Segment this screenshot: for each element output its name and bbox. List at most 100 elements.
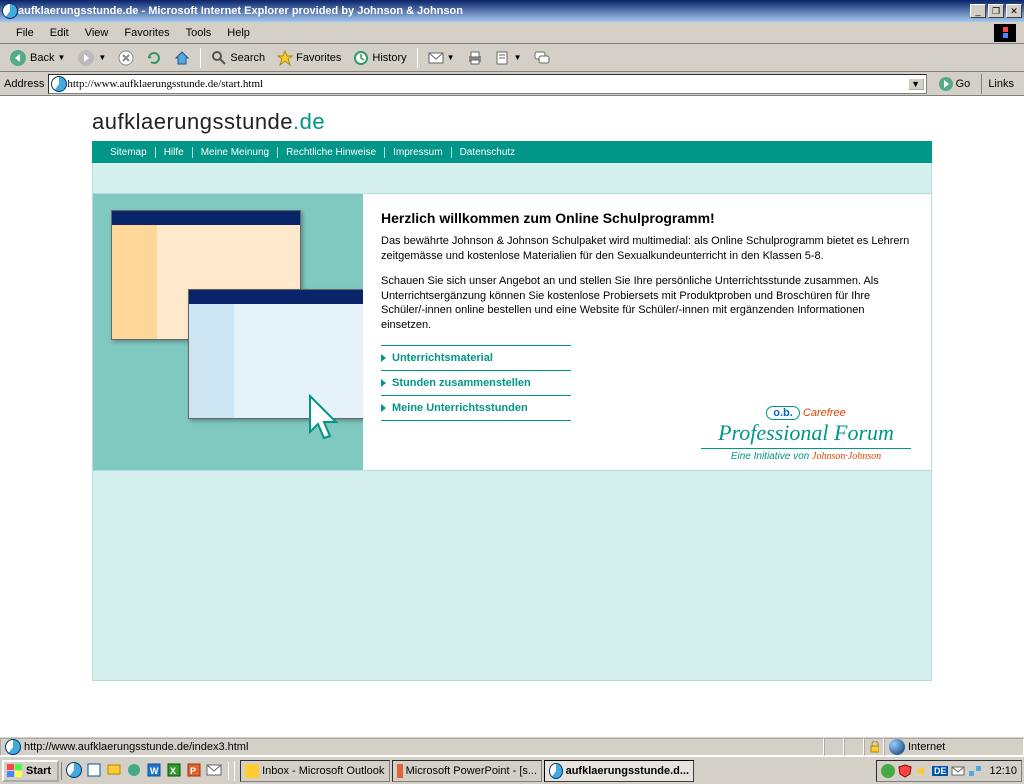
start-button[interactable]: Start xyxy=(2,760,59,782)
link-unterrichtsmaterial[interactable]: Unterrichtsmaterial xyxy=(381,345,571,370)
links-bar[interactable]: Links xyxy=(981,74,1020,94)
action-links: Unterrichtsmaterial Stunden zusammenstel… xyxy=(381,345,571,421)
menu-view[interactable]: View xyxy=(77,25,117,41)
tray-volume-icon[interactable] xyxy=(915,764,929,778)
menu-file[interactable]: File xyxy=(8,25,42,41)
back-arrow-icon xyxy=(9,49,27,67)
page-content: aufklaerungsstunde.de Sitemap Hilfe Mein… xyxy=(92,97,932,681)
address-bar: Address ▼ Go Links xyxy=(0,72,1024,96)
nav-spacer xyxy=(92,163,932,193)
triangle-icon xyxy=(381,379,386,387)
menu-favorites[interactable]: Favorites xyxy=(116,25,177,41)
logo-tld: .de xyxy=(293,109,325,134)
forward-button[interactable]: ▼ xyxy=(72,47,111,69)
nav-sitemap[interactable]: Sitemap xyxy=(102,147,155,158)
minimize-button[interactable]: _ xyxy=(970,4,986,18)
intro-para-1: Das bewährte Johnson & Johnson Schulpake… xyxy=(381,234,913,264)
status-cell xyxy=(844,738,864,756)
toolbar: Back ▼ ▼ Search Favorites History ▼ ▼ xyxy=(0,44,1024,72)
history-button[interactable]: History xyxy=(348,47,411,69)
tray-mail-icon[interactable] xyxy=(951,764,965,778)
taskbar-item-powerpoint[interactable]: Microsoft PowerPoint - [s... xyxy=(392,760,542,782)
address-dropdown-icon[interactable]: ▼ xyxy=(908,78,924,90)
tray-lang-icon[interactable]: DE xyxy=(932,766,949,776)
menu-help[interactable]: Help xyxy=(219,25,258,41)
favorites-button[interactable]: Favorites xyxy=(272,47,346,69)
page-icon xyxy=(5,739,21,755)
hero-image-area xyxy=(93,194,363,470)
lock-icon xyxy=(869,741,879,753)
search-icon xyxy=(211,50,227,66)
main-panel: Herzlich willkommen zum Online Schulprog… xyxy=(92,193,932,471)
mail-icon xyxy=(428,50,444,66)
page-heading: Herzlich willkommen zum Online Schulprog… xyxy=(381,210,913,226)
nav-hilfe[interactable]: Hilfe xyxy=(155,147,192,158)
ql-icon[interactable]: X xyxy=(166,762,184,780)
link-stunden[interactable]: Stunden zusammenstellen xyxy=(381,370,571,395)
refresh-button[interactable] xyxy=(141,47,167,69)
page-icon xyxy=(51,76,67,92)
back-button[interactable]: Back ▼ xyxy=(4,47,70,69)
ql-icon[interactable] xyxy=(66,762,84,780)
mail-button[interactable]: ▼ xyxy=(423,47,460,69)
site-logo: aufklaerungsstunde.de xyxy=(92,105,932,141)
triangle-icon xyxy=(381,404,386,412)
triangle-icon xyxy=(381,354,386,362)
close-button[interactable]: ✕ xyxy=(1006,4,1022,18)
ql-icon[interactable] xyxy=(206,762,224,780)
print-button[interactable] xyxy=(462,47,488,69)
toolbar-separator xyxy=(417,48,418,68)
search-button[interactable]: Search xyxy=(206,47,270,69)
initiative-label: Eine Initiative von xyxy=(731,451,812,462)
link-meine[interactable]: Meine Unterrichtsstunden xyxy=(381,395,571,421)
taskbar: Start W X P Inbox - Microsoft Outlook Mi… xyxy=(0,756,1024,784)
browser-viewport[interactable]: aufklaerungsstunde.de Sitemap Hilfe Mein… xyxy=(0,96,1024,736)
task-label: aufklaerungsstunde.d... xyxy=(566,765,689,777)
tray-icon[interactable] xyxy=(881,764,895,778)
logo-text: aufklaerungsstunde xyxy=(92,109,293,134)
stop-icon xyxy=(118,50,134,66)
ie-icon xyxy=(2,3,18,19)
clock[interactable]: 12:10 xyxy=(985,765,1017,777)
restore-button[interactable]: ❐ xyxy=(988,4,1004,18)
brand-divider xyxy=(701,448,911,449)
address-field[interactable]: ▼ xyxy=(48,74,926,94)
menu-tools[interactable]: Tools xyxy=(178,25,220,41)
home-icon xyxy=(174,50,190,66)
nav-rechtliche[interactable]: Rechtliche Hinweise xyxy=(277,147,384,158)
menu-edit[interactable]: Edit xyxy=(42,25,77,41)
menu-bar: File Edit View Favorites Tools Help xyxy=(0,22,1024,44)
status-bar: http://www.aufklaerungsstunde.de/index3.… xyxy=(0,736,1024,756)
home-button[interactable] xyxy=(169,47,195,69)
ql-icon[interactable]: W xyxy=(146,762,164,780)
jj-logo: Johnson·Johnson xyxy=(812,451,881,462)
stop-button[interactable] xyxy=(113,47,139,69)
ql-icon[interactable] xyxy=(106,762,124,780)
taskbar-item-outlook[interactable]: Inbox - Microsoft Outlook xyxy=(240,760,390,782)
edit-icon xyxy=(495,50,511,66)
tray-network-icon[interactable] xyxy=(968,764,982,778)
discuss-button[interactable] xyxy=(529,47,555,69)
nav-impressum[interactable]: Impressum xyxy=(384,147,450,158)
edit-button[interactable]: ▼ xyxy=(490,47,527,69)
windows-flag-icon xyxy=(7,764,23,778)
system-tray: DE 12:10 xyxy=(876,760,1022,782)
discuss-icon xyxy=(534,50,550,66)
task-label: Microsoft PowerPoint - [s... xyxy=(406,765,537,777)
go-button[interactable]: Go xyxy=(931,74,978,94)
nav-datenschutz[interactable]: Datenschutz xyxy=(451,147,524,158)
ql-icon[interactable]: P xyxy=(186,762,204,780)
svg-text:P: P xyxy=(190,766,196,776)
favorites-icon xyxy=(277,50,293,66)
address-input[interactable] xyxy=(67,78,907,90)
site-nav: Sitemap Hilfe Meine Meinung Rechtliche H… xyxy=(92,141,932,163)
ql-icon[interactable] xyxy=(86,762,104,780)
taskbar-item-ie[interactable]: aufklaerungsstunde.d... xyxy=(544,760,694,782)
zone-label: Internet xyxy=(908,741,945,753)
tray-shield-icon[interactable] xyxy=(898,764,912,778)
nav-meinung[interactable]: Meine Meinung xyxy=(192,147,277,158)
svg-text:X: X xyxy=(170,766,176,776)
brand-logo: o.b. Carefree Professional Forum Eine In… xyxy=(701,406,911,462)
go-icon xyxy=(938,76,954,92)
ql-icon[interactable] xyxy=(126,762,144,780)
